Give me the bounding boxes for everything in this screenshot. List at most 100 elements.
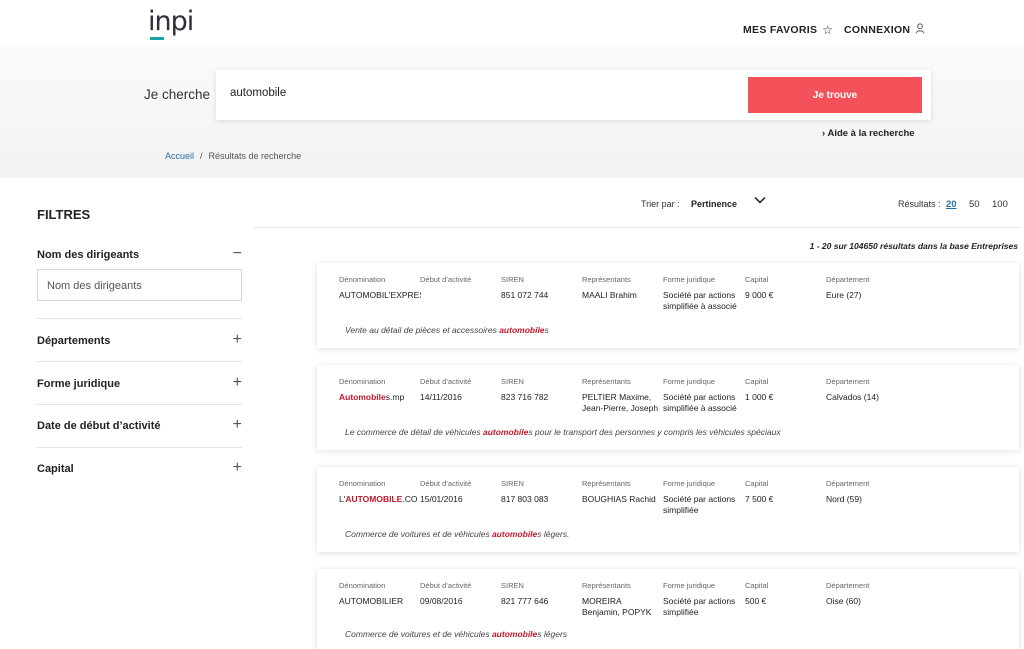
result-card[interactable]: Dénomination Automobiles.mp Début d’acti… (317, 365, 1019, 450)
dept-value: Calvados (14) (826, 392, 879, 402)
col-header: SIREN (501, 581, 524, 590)
divider (37, 404, 242, 405)
connexion-link[interactable]: CONNEXION (844, 23, 925, 37)
result-card[interactable]: Dénomination AUTOMOBILIER Début d’activi… (317, 569, 1019, 649)
dept-value: Nord (59) (826, 494, 862, 504)
search-button[interactable]: Je trouve (748, 77, 922, 113)
search-label: Je cherche (144, 87, 211, 102)
forme-line: Société par actions (663, 596, 736, 606)
filter-dirigeants[interactable]: Nom des dirigeants − (37, 245, 242, 262)
inpi-logo[interactable]: inpi (148, 8, 198, 41)
per-page-20[interactable]: 20 (946, 199, 957, 210)
col-siren: SIREN 821 777 646 (501, 581, 548, 607)
results-per-page-label: Résultats : (898, 199, 941, 209)
col-siren: SIREN 851 072 744 (501, 275, 548, 301)
col-header: Forme juridique (663, 275, 716, 284)
filter-departements[interactable]: Départements + (37, 331, 242, 348)
forme-line: simplifiée (663, 505, 699, 515)
col-denomination: Dénomination AUTOMOBIL'EXPRES (339, 275, 421, 301)
capital-value: 1 000 € (745, 392, 774, 402)
chevron-down-icon[interactable] (754, 195, 766, 207)
filter-forme-juridique[interactable]: Forme juridique + (37, 374, 242, 391)
col-departement: Département Nord (59) (826, 479, 869, 505)
col-representants: Représentants MOREIRA Benjamin, POPYK (582, 581, 651, 618)
col-header: Département (826, 581, 870, 590)
col-capital: Capital 7 500 € (745, 479, 773, 505)
col-header: Capital (745, 479, 769, 488)
per-page-100[interactable]: 100 (992, 199, 1008, 210)
plus-icon[interactable]: + (233, 416, 242, 434)
col-forme: Forme juridique Société par actions simp… (663, 275, 737, 312)
col-forme: Forme juridique Société par actions simp… (663, 581, 735, 618)
col-header: Début d’activité (420, 479, 472, 488)
activity-description: Le commerce de détail de véhicules autom… (345, 427, 781, 437)
col-departement: Département Calvados (14) (826, 377, 879, 403)
start-date: 15/01/2016 (420, 494, 463, 504)
plus-icon[interactable]: + (233, 459, 242, 477)
sort-select[interactable]: Pertinence (691, 199, 737, 209)
forme-line: simplifiée (663, 607, 699, 617)
filter-label: Date de début d’activité (37, 420, 161, 432)
rep-line: PELTIER Maxime, (582, 392, 652, 402)
col-capital: Capital 1 000 € (745, 377, 773, 403)
forme-line: Société par actions (663, 494, 736, 504)
company-name[interactable]: Automobiles.mp (339, 392, 421, 403)
company-name[interactable]: L'AUTOMOBILE.CO (339, 494, 421, 505)
start-date: 09/08/2016 (420, 596, 463, 606)
filter-label: Nom des dirigeants (37, 249, 140, 261)
col-header: Dénomination (339, 581, 386, 590)
connexion-label: CONNEXION (844, 24, 911, 36)
minus-icon[interactable]: − (233, 245, 242, 263)
forme-line: simplifiée à associé (663, 403, 737, 413)
favoris-link[interactable]: MES FAVORIS ☆ (743, 23, 833, 37)
per-page-50[interactable]: 50 (969, 199, 980, 210)
col-header: SIREN (501, 275, 524, 284)
col-forme: Forme juridique Société par actions simp… (663, 479, 735, 516)
favoris-label: MES FAVORIS (743, 24, 818, 36)
forme-line: Société par actions (663, 392, 736, 402)
rep-line: BOUGHIAS Rachid (582, 494, 656, 504)
col-header: Début d’activité (420, 581, 472, 590)
col-departement: Département Oise (60) (826, 581, 869, 607)
col-header: SIREN (501, 479, 524, 488)
dirigeants-input[interactable]: Nom des dirigeants (37, 269, 242, 301)
filter-capital[interactable]: Capital + (37, 459, 242, 476)
divider (254, 227, 1020, 228)
capital-value: 500 € (745, 596, 767, 606)
col-header: Dénomination (339, 377, 386, 386)
col-departement: Département Eure (27) (826, 275, 869, 301)
col-denomination: Dénomination AUTOMOBILIER (339, 581, 421, 607)
result-card[interactable]: Dénomination AUTOMOBIL'EXPRES Début d’ac… (317, 263, 1019, 348)
company-name[interactable]: AUTOMOBIL'EXPRES (339, 290, 421, 301)
col-debut: Début d’activité 14/11/2016 (420, 377, 471, 403)
siren-value: 817 803 083 (501, 494, 549, 504)
result-card[interactable]: Dénomination L'AUTOMOBILE.CO Début d’act… (317, 467, 1019, 552)
plus-icon[interactable]: + (233, 374, 242, 392)
col-header: Département (826, 275, 870, 284)
company-name[interactable]: AUTOMOBILIER (339, 596, 421, 607)
col-header: Représentants (582, 377, 631, 386)
dept-value: Eure (27) (826, 290, 862, 300)
search-box[interactable]: automobile Je trouve (216, 70, 931, 120)
star-icon: ☆ (822, 23, 834, 37)
breadcrumb-home[interactable]: Accueil (165, 151, 194, 161)
col-representants: Représentants PELTIER Maxime, Jean-Pierr… (582, 377, 658, 414)
col-forme: Forme juridique Société par actions simp… (663, 377, 737, 414)
search-help-link[interactable]: › Aide à la recherche (822, 128, 915, 139)
siren-value: 821 777 646 (501, 596, 549, 606)
forme-line: Société par actions (663, 290, 736, 300)
search-input[interactable]: automobile (230, 87, 286, 99)
col-header: Représentants (582, 275, 631, 284)
col-header: Représentants (582, 581, 631, 590)
col-header: Début d’activité (420, 377, 472, 386)
filter-date-debut[interactable]: Date de début d’activité + (37, 416, 242, 433)
col-header: Dénomination (339, 479, 386, 488)
col-header: Capital (745, 377, 769, 386)
col-header: Département (826, 377, 870, 386)
col-denomination: Dénomination Automobiles.mp (339, 377, 421, 403)
plus-icon[interactable]: + (233, 331, 242, 349)
breadcrumb-current: Résultats de recherche (208, 151, 302, 161)
col-capital: Capital 9 000 € (745, 275, 773, 301)
logo-accent (150, 37, 164, 40)
col-header: Capital (745, 275, 769, 284)
